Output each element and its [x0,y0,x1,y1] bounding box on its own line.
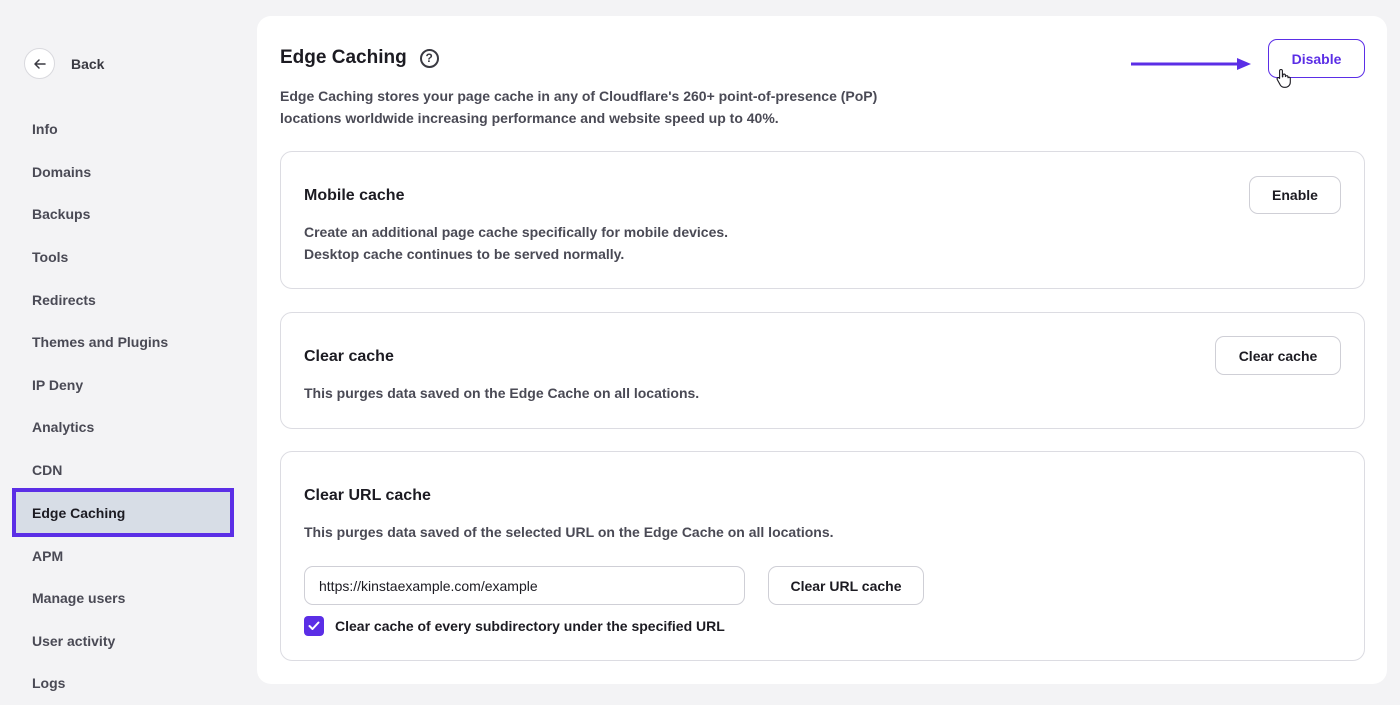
sidebar-item-logs[interactable]: Logs [12,662,234,705]
mobile-cache-card: Mobile cache Create an additional page c… [280,151,1365,289]
sidebar-item-manage-users[interactable]: Manage users [12,577,234,620]
mobile-cache-description-line-2: Desktop cache continues to be served nor… [304,245,625,262]
sidebar-item-tools[interactable]: Tools [12,236,234,279]
sidebar: Back Info Domains Backups Tools Redirects The… [0,0,256,703]
subdirectory-checkbox-row[interactable]: Clear cache of every subdirectory under … [304,616,725,636]
mobile-cache-title: Mobile cache [304,187,405,204]
clear-url-cache-card: Clear URL cache This purges data saved o… [280,451,1365,661]
sidebar-item-backups[interactable]: Backups [12,193,234,236]
page-description-line-1: Edge Caching stores your page cache in a… [280,88,878,104]
page-header: Edge Caching ? [280,47,439,69]
enable-mobile-cache-button[interactable]: Enable [1249,176,1341,214]
clear-cache-card: Clear cache This purges data saved on th… [280,312,1365,429]
page-description-line-2: locations worldwide increasing performan… [280,109,779,126]
clear-url-cache-description: This purges data saved of the selected U… [304,524,834,540]
checkmark-icon [308,621,320,630]
back-label: Back [71,55,105,72]
sidebar-item-info[interactable]: Info [12,108,234,151]
page-title: Edge Caching [280,47,407,68]
subdirectory-checkbox[interactable] [304,616,324,636]
clear-cache-button[interactable]: Clear cache [1215,336,1341,375]
page-description: Edge Caching stores your page cache in a… [280,86,900,129]
sidebar-item-apm[interactable]: APM [12,534,234,577]
sidebar-item-ip-deny[interactable]: IP Deny [12,364,234,407]
sidebar-item-cdn[interactable]: CDN [12,449,234,492]
hand-cursor-icon [1276,68,1291,88]
sidebar-nav: Info Domains Backups Tools Redirects Themes a… [12,108,234,705]
clear-cache-title: Clear cache [304,348,394,365]
sidebar-item-edge-caching[interactable]: Edge Caching [12,488,234,538]
mobile-cache-description-line-1: Create an additional page cache specific… [304,224,729,240]
back-arrow-icon[interactable] [24,48,55,79]
sidebar-item-redirects[interactable]: Redirects [12,278,234,321]
sidebar-item-user-activity[interactable]: User activity [12,620,234,663]
clear-url-cache-title: Clear URL cache [304,487,431,504]
sidebar-item-themes-and-plugins[interactable]: Themes and Plugins [12,321,234,364]
sidebar-item-domains[interactable]: Domains [12,151,234,194]
url-input[interactable] [304,566,745,605]
subdirectory-checkbox-label: Clear cache of every subdirectory under … [335,618,725,634]
clear-cache-description: This purges data saved on the Edge Cache… [304,385,700,401]
help-icon[interactable]: ? [419,48,439,68]
main-panel: Edge Caching ? Edge Caching stores your … [257,16,1387,684]
pointer-arrow-icon [1131,58,1251,70]
back-button[interactable]: Back [24,48,104,79]
mobile-cache-description: Create an additional page cache specific… [304,222,728,265]
sidebar-item-analytics[interactable]: Analytics [12,406,234,449]
clear-url-cache-button[interactable]: Clear URL cache [768,566,924,605]
